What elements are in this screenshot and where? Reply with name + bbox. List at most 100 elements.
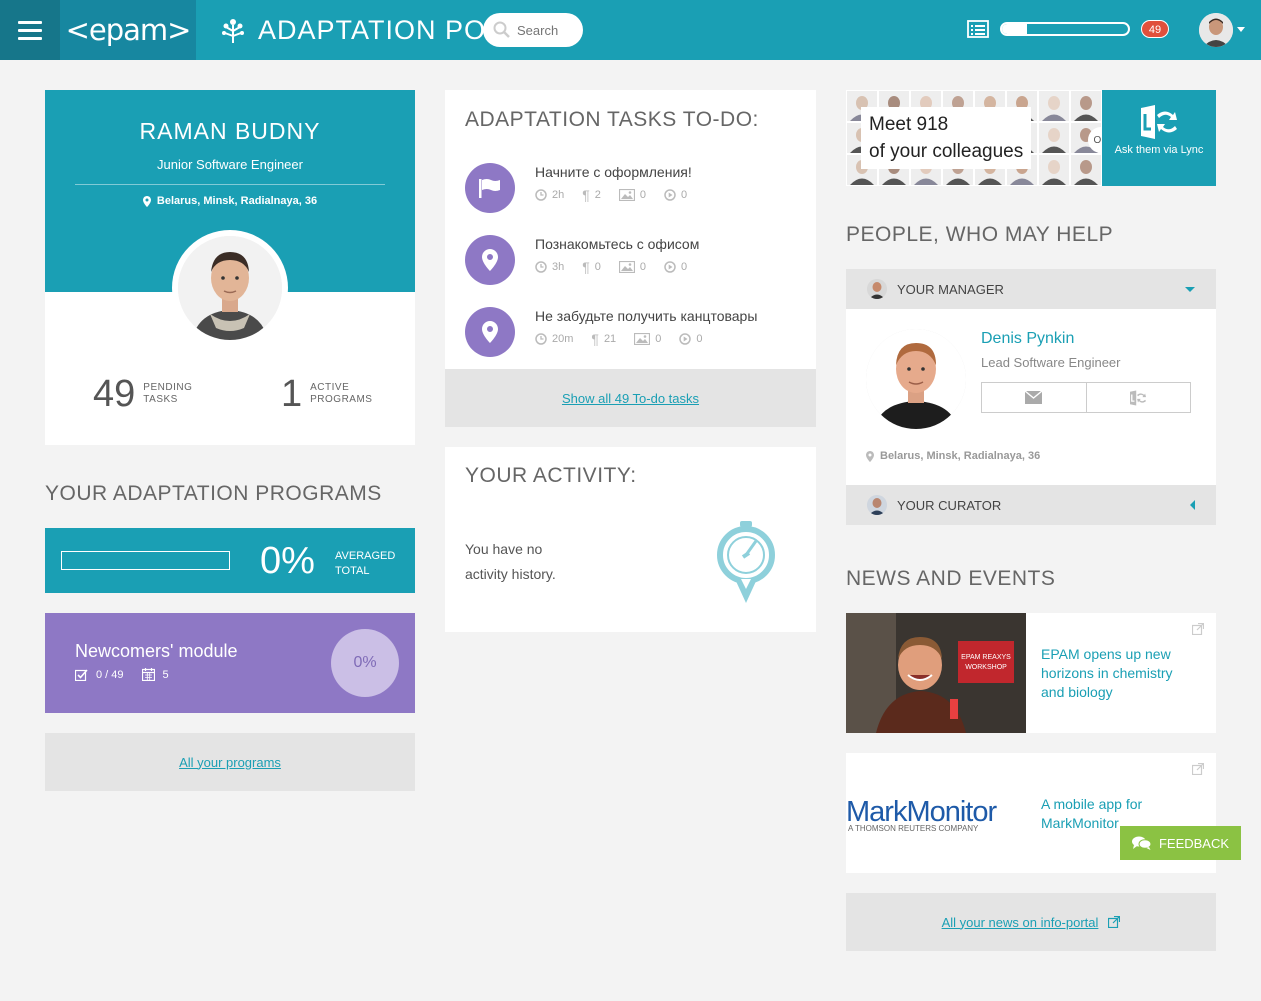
clock-icon [535, 189, 547, 201]
lync-manager-button[interactable] [1085, 383, 1191, 412]
module-tasks-done: 0 / 49 [96, 668, 124, 681]
program-module-card[interactable]: Newcomers' module 0 / 49 5 0% [45, 613, 415, 713]
pending-tasks-stat[interactable]: 49 PENDING TASKS [93, 375, 213, 413]
profile-divider [75, 184, 385, 185]
search-icon [493, 21, 510, 38]
averaged-progress-card: 0% AVERAGED TOTAL [45, 528, 415, 593]
external-link-icon[interactable] [1192, 763, 1204, 775]
task-item[interactable]: Познакомьтесь с офисом 3h ¶ 0 0 0 [465, 235, 805, 287]
colleague-face [1038, 90, 1070, 122]
meet-colleagues-count: Meet 918 [869, 114, 949, 135]
activity-card: YOUR ACTIVITY: You have no activity hist… [445, 447, 816, 632]
feedback-button[interactable]: FEEDBACK [1120, 826, 1241, 860]
envelope-icon [1025, 391, 1043, 404]
manager-location: Belarus, Minsk, Radialnaya, 36 [866, 450, 1040, 462]
show-all-tasks-link[interactable]: Show all 49 To-do tasks [562, 391, 699, 406]
profile-location-text: Belarus, Minsk, Radialnaya, 36 [156, 195, 318, 207]
chevron-left-icon [1190, 500, 1195, 510]
checkbox-icon [75, 668, 88, 681]
user-menu-caret-icon[interactable] [1237, 27, 1245, 32]
averaged-progress-bar [61, 551, 230, 570]
lync-icon [1130, 389, 1147, 406]
ask-via-lync-label: Ask them via Lync [1114, 144, 1204, 156]
profile-location: Belarus, Minsk, Radialnaya, 36 [45, 195, 415, 207]
task-list-icon[interactable] [967, 20, 989, 38]
news-image: EPAM REAXYS WORKSHOP [846, 613, 1026, 733]
task-images: 0 [639, 261, 647, 273]
all-programs-card: All your programs [45, 733, 415, 791]
flag-icon [479, 179, 500, 198]
people-section-title: PEOPLE, WHO MAY HELP [846, 223, 1114, 246]
meet-colleagues-text: Meet 918 of your colleagues [861, 107, 1032, 169]
manager-contact-actions [981, 382, 1191, 413]
curator-accordion-header[interactable]: YOUR CURATOR [846, 485, 1216, 525]
news-title[interactable]: EPAM opens up new horizons in chemistry … [1041, 645, 1191, 702]
task-videos: 0 [681, 261, 688, 273]
meet-colleagues-banner[interactable]: Meet 918 of your colleagues OR Ask them … [846, 90, 1216, 186]
search-input[interactable] [517, 22, 577, 38]
task-meta: 20m ¶ 21 0 0 [535, 331, 702, 347]
ask-via-lync-button[interactable]: Ask them via Lync [1102, 90, 1216, 186]
colleague-face [1070, 154, 1102, 186]
profile-photo-image [178, 236, 282, 340]
activity-section-title: YOUR ACTIVITY: [465, 464, 637, 487]
profile-role: Junior Software Engineer [157, 157, 303, 172]
all-news-card: All your news on info-portal [846, 893, 1216, 951]
menu-button[interactable] [0, 0, 60, 60]
overall-progress-bar [1000, 22, 1130, 36]
markmonitor-logo: MarkMonitor A THOMSON REUTERS COMPANY [846, 753, 1026, 873]
news-section-title: NEWS AND EVENTS [846, 567, 1056, 590]
tasks-card: ADAPTATION TASKS TO-DO: Начните с оформл… [445, 90, 816, 370]
location-pin-icon [866, 450, 874, 462]
paragraph-icon: ¶ [582, 187, 590, 203]
task-time: 20m [552, 333, 574, 345]
task-icon [465, 307, 515, 357]
active-programs-stat[interactable]: 1 ACTIVE PROGRAMS [281, 375, 380, 413]
epam-logo-link[interactable]: <epam> [60, 0, 196, 60]
manager-role: Lead Software Engineer [981, 355, 1121, 370]
news-image-caption-line1: EPAM REAXYS [961, 654, 1011, 661]
all-news-link[interactable]: All your news on info-portal [942, 915, 1099, 930]
play-icon [664, 261, 676, 273]
user-avatar[interactable] [1199, 13, 1233, 47]
manager-details: Denis Pynkin Lead Software Engineer Bela… [846, 309, 1216, 485]
image-icon [618, 261, 635, 273]
colleague-face [1038, 122, 1070, 154]
task-meta: 3h ¶ 0 0 0 [535, 259, 687, 275]
clock-icon [535, 333, 547, 345]
profile-card: RAMAN BUDNY Junior Software Engineer Bel… [45, 90, 415, 445]
module-meta: 0 / 49 5 [75, 668, 169, 681]
task-title: Познакомьтесь с офисом [535, 236, 700, 252]
news-image-caption-line2: WORKSHOP [965, 664, 1007, 671]
module-events-count: 5 [162, 668, 169, 681]
location-pin-icon [482, 321, 498, 343]
task-item[interactable]: Начните с оформления! 2h ¶ 2 0 0 [465, 163, 805, 215]
pending-tasks-label: PENDING TASKS [143, 382, 193, 405]
show-all-tasks-card: Show all 49 To-do tasks [445, 369, 816, 427]
task-videos: 0 [696, 333, 703, 345]
task-time: 2h [552, 189, 565, 201]
external-link-icon[interactable] [1192, 623, 1204, 635]
task-meta: 2h ¶ 2 0 0 [535, 187, 687, 203]
active-programs-label: ACTIVE PROGRAMS [310, 382, 373, 405]
profile-name: RAMAN BUDNY [139, 118, 321, 144]
manager-accordion-header[interactable]: YOUR MANAGER [846, 269, 1216, 309]
task-item[interactable]: Не забудьте получить канцтовары 20m ¶ 21 … [465, 307, 805, 359]
news-item[interactable]: EPAM REAXYS WORKSHOP EPAM opens up new h… [846, 613, 1216, 733]
tasks-section-title: ADAPTATION TASKS TO-DO: [465, 108, 759, 131]
task-icon [465, 163, 515, 213]
email-manager-button[interactable] [982, 383, 1086, 412]
search-box[interactable] [483, 13, 583, 47]
notifications-badge[interactable]: 49 [1141, 20, 1169, 38]
programs-section-title: YOUR ADAPTATION PROGRAMS [45, 482, 382, 505]
task-videos: 0 [681, 189, 688, 201]
module-name: Newcomers' module [75, 641, 238, 661]
paragraph-icon: ¶ [591, 331, 599, 347]
external-link-icon[interactable] [1108, 916, 1121, 928]
curator-mini-avatar [867, 495, 887, 515]
task-paragraphs: 0 [594, 261, 601, 273]
meet-colleagues-subtitle: of your colleagues [869, 141, 1024, 162]
manager-name[interactable]: Denis Pynkin [981, 330, 1074, 348]
manager-header-label: YOUR MANAGER [897, 281, 1004, 297]
all-programs-link[interactable]: All your programs [179, 755, 281, 770]
